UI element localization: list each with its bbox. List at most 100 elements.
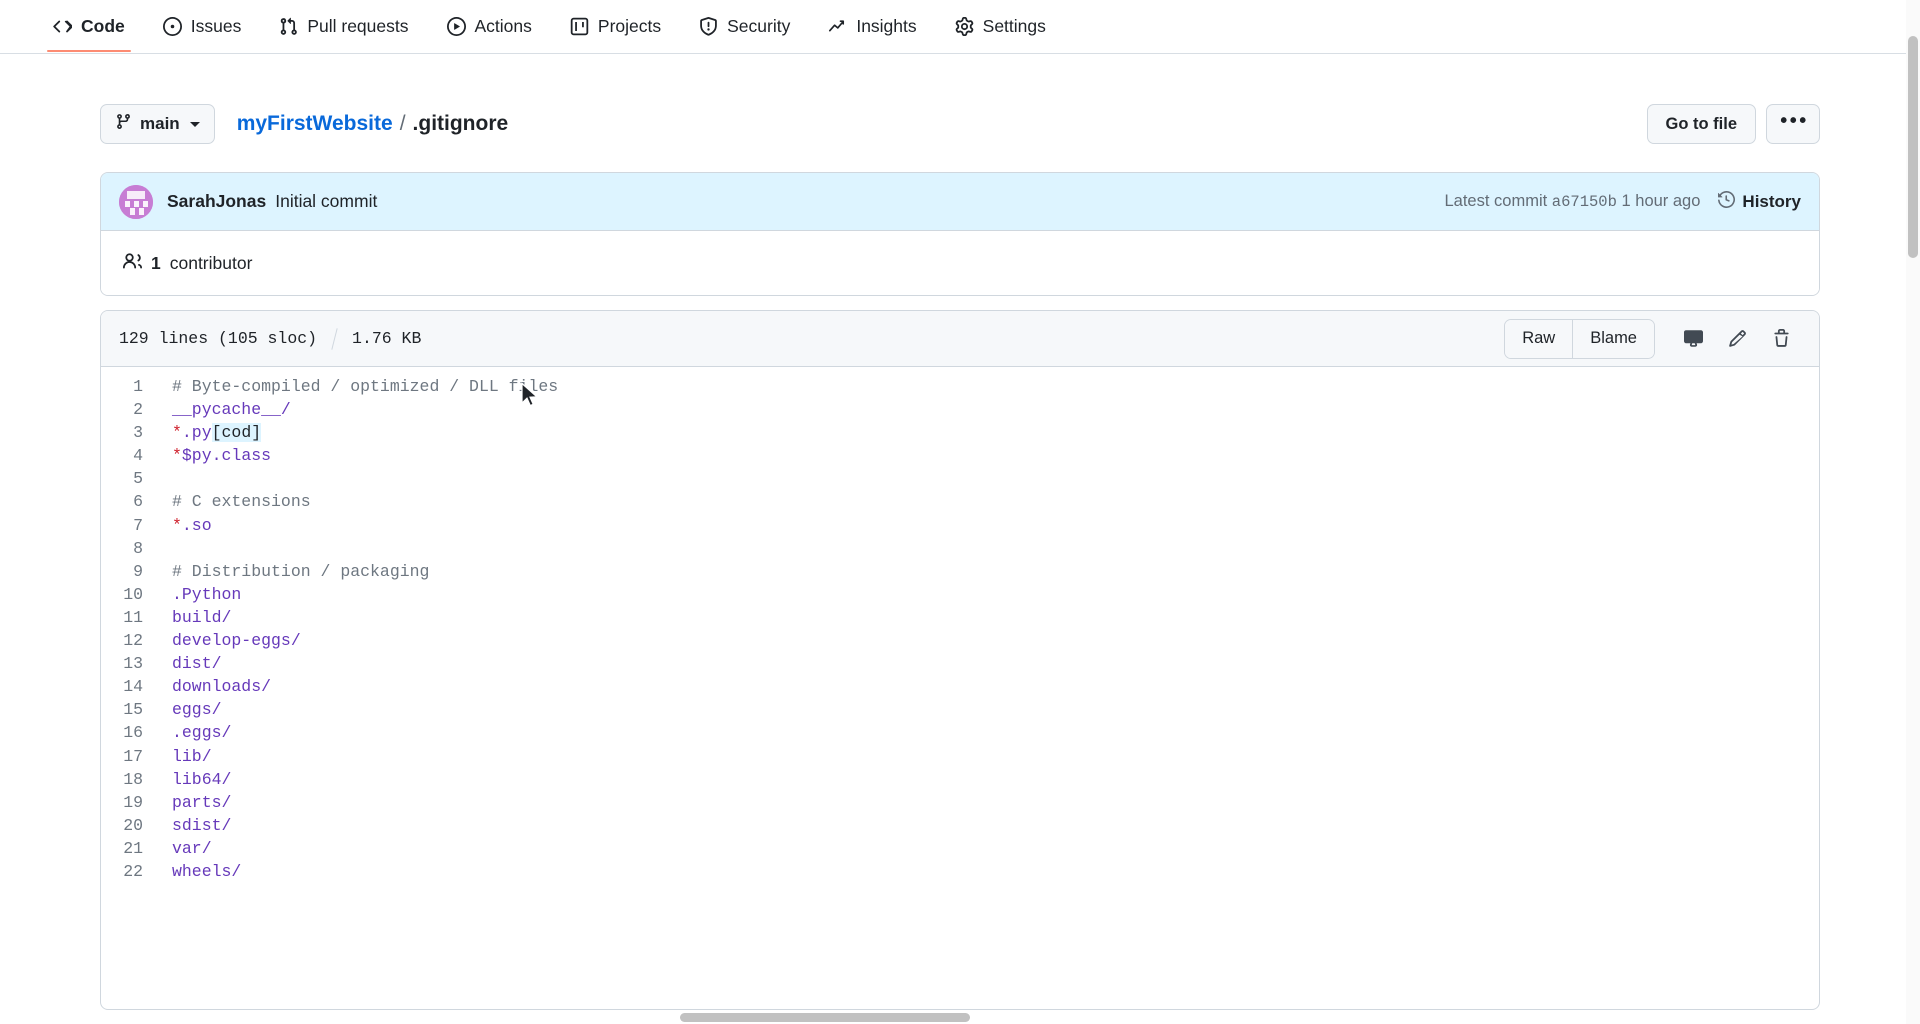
history-icon xyxy=(1718,190,1736,213)
code-token: / xyxy=(211,700,222,720)
git-branch-icon xyxy=(115,113,132,135)
blame-button[interactable]: Blame xyxy=(1572,319,1654,358)
line-number[interactable]: 18 xyxy=(101,768,163,791)
more-options-button[interactable]: ••• xyxy=(1766,104,1820,144)
trash-icon-button[interactable] xyxy=(1759,319,1803,359)
contributors-count: 1 xyxy=(151,252,161,273)
breadcrumb: myFirstWebsite / .gitignore xyxy=(237,112,509,136)
line-number[interactable]: 8 xyxy=(101,537,163,560)
trash-icon xyxy=(1772,329,1791,348)
line-number[interactable]: 7 xyxy=(101,514,163,537)
code-line: 5 xyxy=(101,467,1819,490)
code-token: develop-eggs xyxy=(172,631,291,651)
line-number[interactable]: 11 xyxy=(101,606,163,629)
code-token: # C extensions xyxy=(172,492,311,512)
nav-tab-label: Code xyxy=(81,15,125,36)
commit-time: 1 hour ago xyxy=(1621,192,1701,210)
line-number[interactable]: 10 xyxy=(101,583,163,606)
code-token: * xyxy=(172,423,182,443)
line-number[interactable]: 22 xyxy=(101,860,163,883)
raw-button[interactable]: Raw xyxy=(1505,319,1573,358)
github-file-view-page: Code Issues Pull requests Actions Projec xyxy=(0,0,1920,1024)
code-line: 20 sdist/ xyxy=(101,814,1819,837)
file-toolbar: 129 lines (105 sloc) 1.76 KB Raw Blame xyxy=(101,311,1819,367)
horizontal-scrollbar-thumb[interactable] xyxy=(680,1013,970,1022)
line-content: parts/ xyxy=(163,791,231,814)
people-icon xyxy=(123,251,142,275)
line-number[interactable]: 1 xyxy=(101,375,163,398)
line-content: var/ xyxy=(163,837,212,860)
nav-tab-label: Actions xyxy=(474,15,532,36)
code-line: 11 build/ xyxy=(101,606,1819,629)
code-line: 16 .eggs/ xyxy=(101,721,1819,744)
line-content: __pycache__/ xyxy=(163,398,291,421)
line-number[interactable]: 14 xyxy=(101,675,163,698)
code-line: 21 var/ xyxy=(101,837,1819,860)
line-number[interactable]: 2 xyxy=(101,398,163,421)
breadcrumb-repo-link[interactable]: myFirstWebsite xyxy=(237,112,393,136)
code-token: .Python xyxy=(172,584,242,604)
breadcrumb-separator: / xyxy=(399,112,406,135)
commit-info-card: SarahJonas Initial commit Latest commit … xyxy=(100,172,1820,296)
shield-icon xyxy=(699,16,718,36)
vertical-scrollbar-thumb[interactable] xyxy=(1908,36,1918,258)
latest-commit-label: Latest commit xyxy=(1444,192,1548,210)
code-token: / xyxy=(201,838,212,858)
code-line: 10 .Python xyxy=(101,583,1819,606)
line-number[interactable]: 12 xyxy=(101,629,163,652)
line-number[interactable]: 17 xyxy=(101,745,163,768)
commit-author[interactable]: SarahJonas xyxy=(167,191,266,212)
nav-tab-insights[interactable]: Insights xyxy=(809,0,935,52)
code-token: # Byte-compiled / optimized / DLL files xyxy=(172,377,559,396)
line-number[interactable]: 9 xyxy=(101,560,163,583)
line-number[interactable]: 5 xyxy=(101,467,163,490)
nav-tab-settings[interactable]: Settings xyxy=(936,0,1065,52)
nav-tab-projects[interactable]: Projects xyxy=(551,0,680,52)
file-content-card: 129 lines (105 sloc) 1.76 KB Raw Blame 1… xyxy=(100,310,1820,1010)
gear-icon xyxy=(955,16,974,36)
pencil-icon-button[interactable] xyxy=(1715,319,1759,359)
line-number[interactable]: 20 xyxy=(101,814,163,837)
nav-tab-issues[interactable]: Issues xyxy=(144,0,261,52)
nav-tab-label: Insights xyxy=(856,15,917,36)
line-content: lib64/ xyxy=(163,768,231,791)
line-content: # Distribution / packaging xyxy=(163,560,429,583)
line-number[interactable]: 19 xyxy=(101,791,163,814)
line-number[interactable]: 4 xyxy=(101,444,163,467)
branch-selector-button[interactable]: main xyxy=(100,104,215,144)
code-token: build xyxy=(172,607,222,627)
commit-message[interactable]: Initial commit xyxy=(275,191,377,212)
avatar[interactable] xyxy=(119,184,153,219)
line-number[interactable]: 6 xyxy=(101,490,163,513)
code-line: 9 # Distribution / packaging xyxy=(101,560,1819,583)
vertical-scrollbar-track[interactable] xyxy=(1906,0,1920,1024)
nav-tab-actions[interactable]: Actions xyxy=(428,0,551,52)
code-token: / xyxy=(201,746,212,766)
nav-tab-pull-requests[interactable]: Pull requests xyxy=(260,0,427,52)
line-number[interactable]: 16 xyxy=(101,721,163,744)
history-link[interactable]: History xyxy=(1718,190,1801,213)
line-number[interactable]: 3 xyxy=(101,421,163,444)
contributors-link[interactable]: 1 contributor xyxy=(123,251,252,275)
code-token: / xyxy=(211,654,222,674)
code-token: / xyxy=(231,861,242,881)
line-content: wheels/ xyxy=(163,860,241,883)
file-line-count: 129 lines (105 sloc) xyxy=(119,329,318,348)
commit-sha[interactable]: a67150b xyxy=(1552,193,1617,211)
code-token: / xyxy=(261,677,272,697)
code-token: .py xyxy=(181,423,212,443)
line-number[interactable]: 15 xyxy=(101,698,163,721)
code-token: eggs xyxy=(172,700,212,720)
desktop-download-icon-button[interactable] xyxy=(1671,319,1715,359)
file-stats: 129 lines (105 sloc) 1.76 KB xyxy=(119,327,421,350)
file-action-group: Raw Blame xyxy=(1504,318,1803,359)
line-number[interactable]: 13 xyxy=(101,652,163,675)
line-number[interactable]: 21 xyxy=(101,837,163,860)
line-content: .eggs/ xyxy=(163,721,231,744)
nav-tab-security[interactable]: Security xyxy=(680,0,809,52)
code-token: lib xyxy=(172,746,202,766)
nav-tab-code[interactable]: Code xyxy=(34,0,144,52)
go-to-file-button[interactable]: Go to file xyxy=(1646,104,1756,144)
code-line: 3 *.py[cod] xyxy=(101,421,1819,444)
line-content: *.so xyxy=(163,514,212,537)
